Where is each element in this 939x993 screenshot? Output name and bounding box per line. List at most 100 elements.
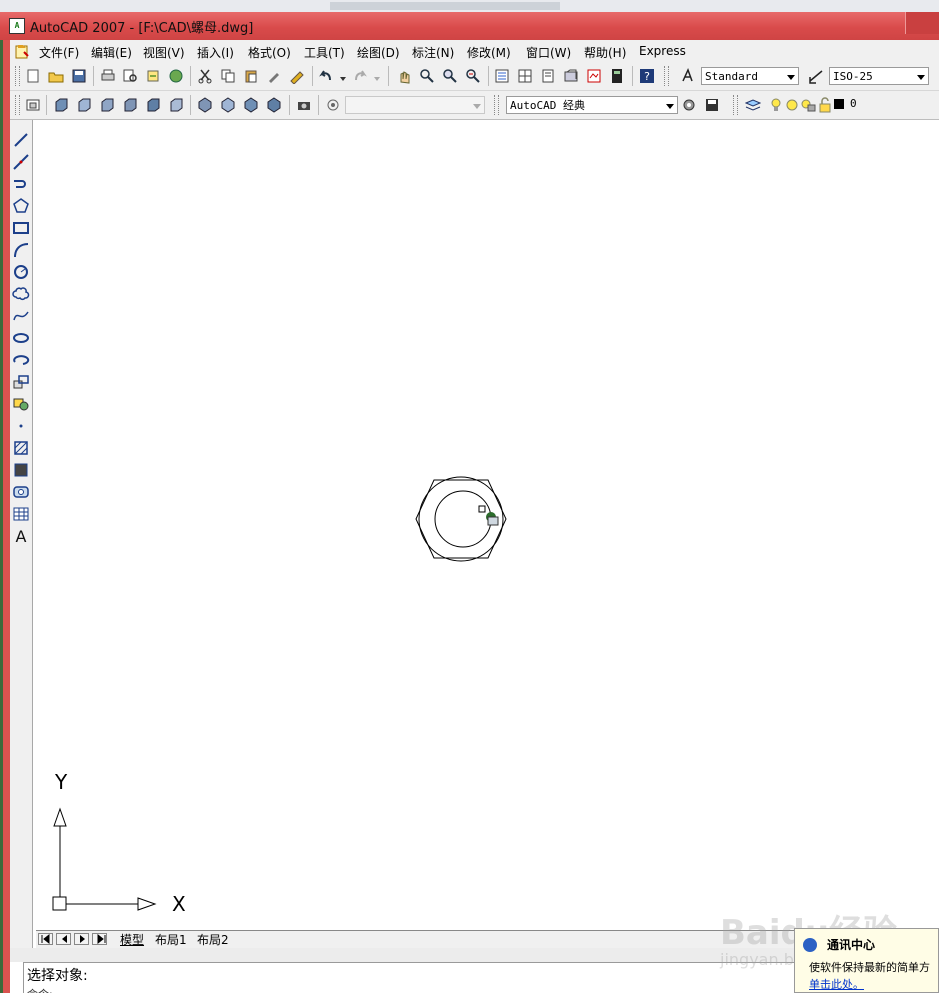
bottom-view-icon[interactable] (76, 97, 92, 113)
ellipse-arc-icon[interactable] (12, 351, 30, 369)
toolbar-grip[interactable] (664, 66, 669, 86)
window-control-button[interactable] (905, 12, 939, 34)
drawing-svg[interactable] (36, 121, 939, 931)
viewport-freeze-icon[interactable] (800, 97, 816, 113)
match-properties-icon[interactable] (266, 68, 282, 84)
spline-icon[interactable] (12, 307, 30, 325)
properties-icon[interactable] (494, 68, 510, 84)
cut-icon[interactable] (197, 68, 213, 84)
plot-preview-icon[interactable] (122, 68, 138, 84)
ellipse-icon[interactable] (12, 329, 30, 347)
markup-set-manager-icon[interactable] (586, 68, 602, 84)
hatch-icon[interactable] (12, 439, 30, 457)
make-block-icon[interactable] (12, 395, 30, 413)
zoom-window-icon[interactable] (442, 68, 458, 84)
multiline-text-icon[interactable]: A (12, 527, 30, 545)
ucs-icon[interactable] (325, 97, 341, 113)
menu-edit[interactable]: 编辑(E) (91, 44, 132, 61)
toolbar-grip[interactable] (15, 66, 20, 86)
tab-model[interactable]: 模型 (120, 931, 144, 948)
gradient-icon[interactable] (12, 461, 30, 479)
redo-dropdown-icon[interactable] (372, 70, 382, 86)
named-views-icon[interactable] (25, 97, 41, 113)
lightbulb-icon[interactable] (768, 97, 784, 113)
se-isometric-icon[interactable] (220, 97, 236, 113)
front-view-icon[interactable] (145, 97, 161, 113)
pan-realtime-icon[interactable] (396, 68, 412, 84)
table-icon[interactable] (12, 505, 30, 523)
menu-window[interactable]: 窗口(W) (526, 44, 571, 61)
tool-palettes-icon[interactable] (540, 68, 556, 84)
text-style-select[interactable]: Standard (701, 67, 799, 85)
zoom-previous-icon[interactable] (465, 68, 481, 84)
undo-icon[interactable] (318, 68, 334, 84)
dimension-style-icon[interactable] (808, 68, 824, 84)
menu-format[interactable]: 格式(O) (248, 44, 291, 61)
open-icon[interactable] (48, 68, 64, 84)
sun-freeze-icon[interactable] (784, 97, 800, 113)
line-icon[interactable] (12, 131, 30, 149)
undo-dropdown-icon[interactable] (338, 70, 348, 86)
menu-insert[interactable]: 插入(I) (197, 44, 234, 61)
sw-isometric-icon[interactable] (197, 97, 213, 113)
layer-name[interactable]: 0 (850, 97, 857, 110)
autocad-app-icon[interactable]: A (9, 18, 25, 34)
insert-block-icon[interactable] (12, 373, 30, 391)
circle-icon[interactable] (12, 263, 30, 281)
design-center-icon[interactable] (517, 68, 533, 84)
left-view-icon[interactable] (99, 97, 115, 113)
view-select[interactable] (345, 96, 485, 114)
help-icon[interactable]: ? (639, 68, 655, 84)
ne-isometric-icon[interactable] (243, 97, 259, 113)
text-style-icon[interactable] (680, 68, 696, 84)
arc-icon[interactable] (12, 241, 30, 259)
polyline-icon[interactable] (12, 175, 30, 193)
zoom-realtime-icon[interactable] (419, 68, 435, 84)
save-workspace-icon[interactable] (704, 97, 720, 113)
menu-file[interactable]: 文件(F) (39, 44, 79, 61)
menu-view[interactable]: 视图(V) (143, 44, 185, 61)
revision-cloud-icon[interactable] (12, 285, 30, 303)
menu-modify[interactable]: 修改(M) (467, 44, 511, 61)
print-icon[interactable] (100, 68, 116, 84)
menu-express[interactable]: Express (639, 44, 686, 58)
notification-link[interactable]: 单击此处。 (809, 976, 864, 992)
rectangle-icon[interactable] (12, 219, 30, 237)
menu-dimension[interactable]: 标注(N) (412, 44, 454, 61)
camera-icon[interactable] (296, 97, 312, 113)
tab-layout1[interactable]: 布局1 (155, 931, 187, 948)
layer-manager-icon[interactable] (745, 97, 761, 113)
save-icon[interactable] (71, 68, 87, 84)
toolbar-grip[interactable] (494, 95, 499, 115)
copy-icon[interactable] (220, 68, 236, 84)
document-icon[interactable] (14, 43, 30, 59)
menu-help[interactable]: 帮助(H) (584, 44, 626, 61)
workspace-select[interactable]: AutoCAD 经典 (506, 96, 678, 114)
right-view-icon[interactable] (122, 97, 138, 113)
new-icon[interactable] (25, 68, 41, 84)
publish-icon[interactable] (145, 68, 161, 84)
lock-icon[interactable] (817, 97, 833, 113)
layer-color-swatch[interactable] (833, 98, 845, 110)
polygon-icon[interactable] (12, 197, 30, 215)
nut-bore-circle[interactable] (434, 490, 492, 548)
toolbar-grip[interactable] (15, 95, 20, 115)
sheet-set-manager-icon[interactable] (563, 68, 579, 84)
block-editor-icon[interactable] (289, 68, 305, 84)
nw-isometric-icon[interactable] (266, 97, 282, 113)
dimension-style-select[interactable]: ISO-25 (829, 67, 929, 85)
redo-icon[interactable] (352, 68, 368, 84)
toolbar-grip[interactable] (733, 95, 738, 115)
point-icon[interactable] (12, 417, 30, 435)
menu-tools[interactable]: 工具(T) (304, 44, 345, 61)
construction-line-icon[interactable] (12, 153, 30, 171)
back-view-icon[interactable] (168, 97, 184, 113)
region-icon[interactable] (12, 483, 30, 501)
top-view-icon[interactable] (53, 97, 69, 113)
3d-dwf-icon[interactable] (168, 68, 184, 84)
workspace-settings-icon[interactable] (681, 97, 697, 113)
tab-layout2[interactable]: 布局2 (197, 931, 229, 948)
paste-icon[interactable] (243, 68, 259, 84)
menu-draw[interactable]: 绘图(D) (357, 44, 400, 61)
calculator-icon[interactable] (609, 68, 625, 84)
